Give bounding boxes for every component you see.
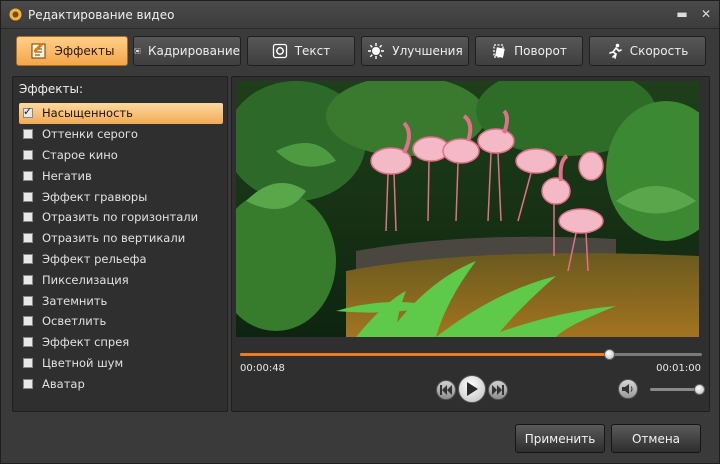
effect-item[interactable]: Насыщенность (19, 103, 223, 124)
effect-item[interactable]: Оттенки серого (19, 124, 223, 145)
minimize-button[interactable]: ▬ (674, 6, 690, 22)
video-preview[interactable] (236, 81, 699, 337)
effect-label: Эффект спрея (42, 335, 130, 350)
close-button[interactable]: ✕ (698, 6, 714, 22)
tab-bar: Эффекты Кадрирование Текст Улучшения Пов… (16, 36, 706, 66)
effect-checkbox[interactable] (23, 233, 33, 244)
skip-back-icon (440, 385, 452, 395)
effect-label: Цветной шум (42, 355, 124, 370)
progress-handle[interactable] (604, 349, 616, 360)
effect-checkbox[interactable] (23, 295, 33, 306)
effect-checkbox[interactable] (23, 212, 33, 223)
runner-icon (608, 43, 622, 59)
effect-label: Аватар (42, 376, 85, 391)
effect-item[interactable]: Негатив (19, 165, 223, 186)
tab-label: Поворот (514, 44, 567, 58)
brightness-icon (368, 43, 385, 59)
effect-item[interactable]: Затемнить (19, 290, 223, 311)
next-button[interactable] (488, 380, 508, 400)
effect-checkbox[interactable] (23, 274, 33, 285)
effect-checkbox[interactable] (23, 170, 33, 181)
effects-icon (31, 43, 45, 59)
tab-label: Кадрирование (148, 44, 240, 58)
previous-button[interactable] (436, 380, 456, 400)
effects-panel: Эффекты: Насыщенность Оттенки серого Ста… (12, 76, 228, 412)
effect-label: Эффект рельефа (42, 251, 147, 266)
tab-label: Скорость (629, 44, 689, 58)
effect-item[interactable]: Цветной шум (19, 353, 223, 374)
window-title: Редактирование видео (28, 8, 175, 22)
tab-effects[interactable]: Эффекты (16, 36, 128, 66)
effect-item[interactable]: Эффект гравюры (19, 186, 223, 207)
volume-handle[interactable] (693, 384, 705, 395)
rotate-icon (493, 44, 505, 58)
effect-checkbox[interactable] (23, 191, 33, 202)
tab-crop[interactable]: Кадрирование (133, 36, 241, 66)
effect-checkbox[interactable] (23, 129, 33, 140)
play-icon (467, 382, 478, 396)
flamingo-scene-image (236, 81, 699, 337)
effects-title: Эффекты: (19, 82, 84, 96)
progress-slider[interactable] (240, 349, 702, 360)
tab-label: Эффекты (54, 44, 115, 58)
volume-slider[interactable] (650, 384, 705, 395)
effect-item[interactable]: Аватар (19, 373, 223, 394)
effect-label: Насыщенность (42, 106, 133, 121)
crop-icon (134, 48, 141, 54)
tab-enhancements[interactable]: Улучшения (361, 36, 469, 66)
app-icon (9, 8, 22, 21)
tab-label: Улучшения (392, 44, 463, 58)
speaker-icon (622, 384, 633, 394)
effect-label: Затемнить (42, 293, 108, 308)
effect-item[interactable]: Пикселизация (19, 269, 223, 290)
total-time: 00:01:00 (656, 363, 701, 374)
effect-label: Пикселизация (42, 272, 129, 287)
effect-item[interactable]: Старое кино (19, 145, 223, 166)
effect-checkbox[interactable] (23, 357, 33, 368)
tab-speed[interactable]: Скорость (589, 36, 706, 66)
effect-checkbox[interactable] (23, 337, 33, 348)
skip-forward-icon (492, 385, 504, 395)
effect-label: Эффект гравюры (42, 189, 148, 204)
effect-label: Оттенки серого (42, 127, 138, 142)
effect-label: Негатив (42, 168, 92, 183)
title-bar: Редактирование видео ▬ ✕ (1, 1, 719, 29)
effects-list: Насыщенность Оттенки серого Старое кино … (19, 103, 223, 394)
effect-checkbox[interactable] (23, 253, 33, 264)
effect-checkbox[interactable] (23, 316, 33, 327)
text-icon (272, 43, 287, 59)
cancel-button[interactable]: Отмена (611, 424, 701, 453)
effect-item[interactable]: Осветлить (19, 311, 223, 332)
effect-item[interactable]: Эффект рельефа (19, 249, 223, 270)
effect-checkbox[interactable] (23, 378, 33, 389)
effect-label: Осветлить (42, 314, 107, 329)
effect-item[interactable]: Отразить по горизонтали (19, 207, 223, 228)
tab-rotate[interactable]: Поворот (475, 36, 583, 66)
effect-checkbox[interactable] (23, 149, 33, 160)
effect-label: Старое кино (42, 147, 118, 162)
play-button[interactable] (458, 375, 486, 403)
volume-button[interactable] (618, 379, 638, 399)
video-editor-window: Редактирование видео ▬ ✕ Эффекты Кадриро… (0, 0, 720, 464)
effect-label: Отразить по горизонтали (42, 210, 199, 225)
progress-fill (240, 353, 610, 356)
effect-item[interactable]: Отразить по вертикали (19, 228, 223, 249)
tab-label: Текст (294, 44, 331, 58)
video-panel: 00:00:48 00:01:00 (231, 76, 710, 412)
effect-item[interactable]: Эффект спрея (19, 332, 223, 353)
effect-checkbox[interactable] (23, 105, 33, 119)
current-time: 00:00:48 (240, 363, 285, 374)
apply-button[interactable]: Применить (515, 424, 605, 453)
effect-label: Отразить по вертикали (42, 231, 186, 246)
tab-text[interactable]: Текст (247, 36, 355, 66)
